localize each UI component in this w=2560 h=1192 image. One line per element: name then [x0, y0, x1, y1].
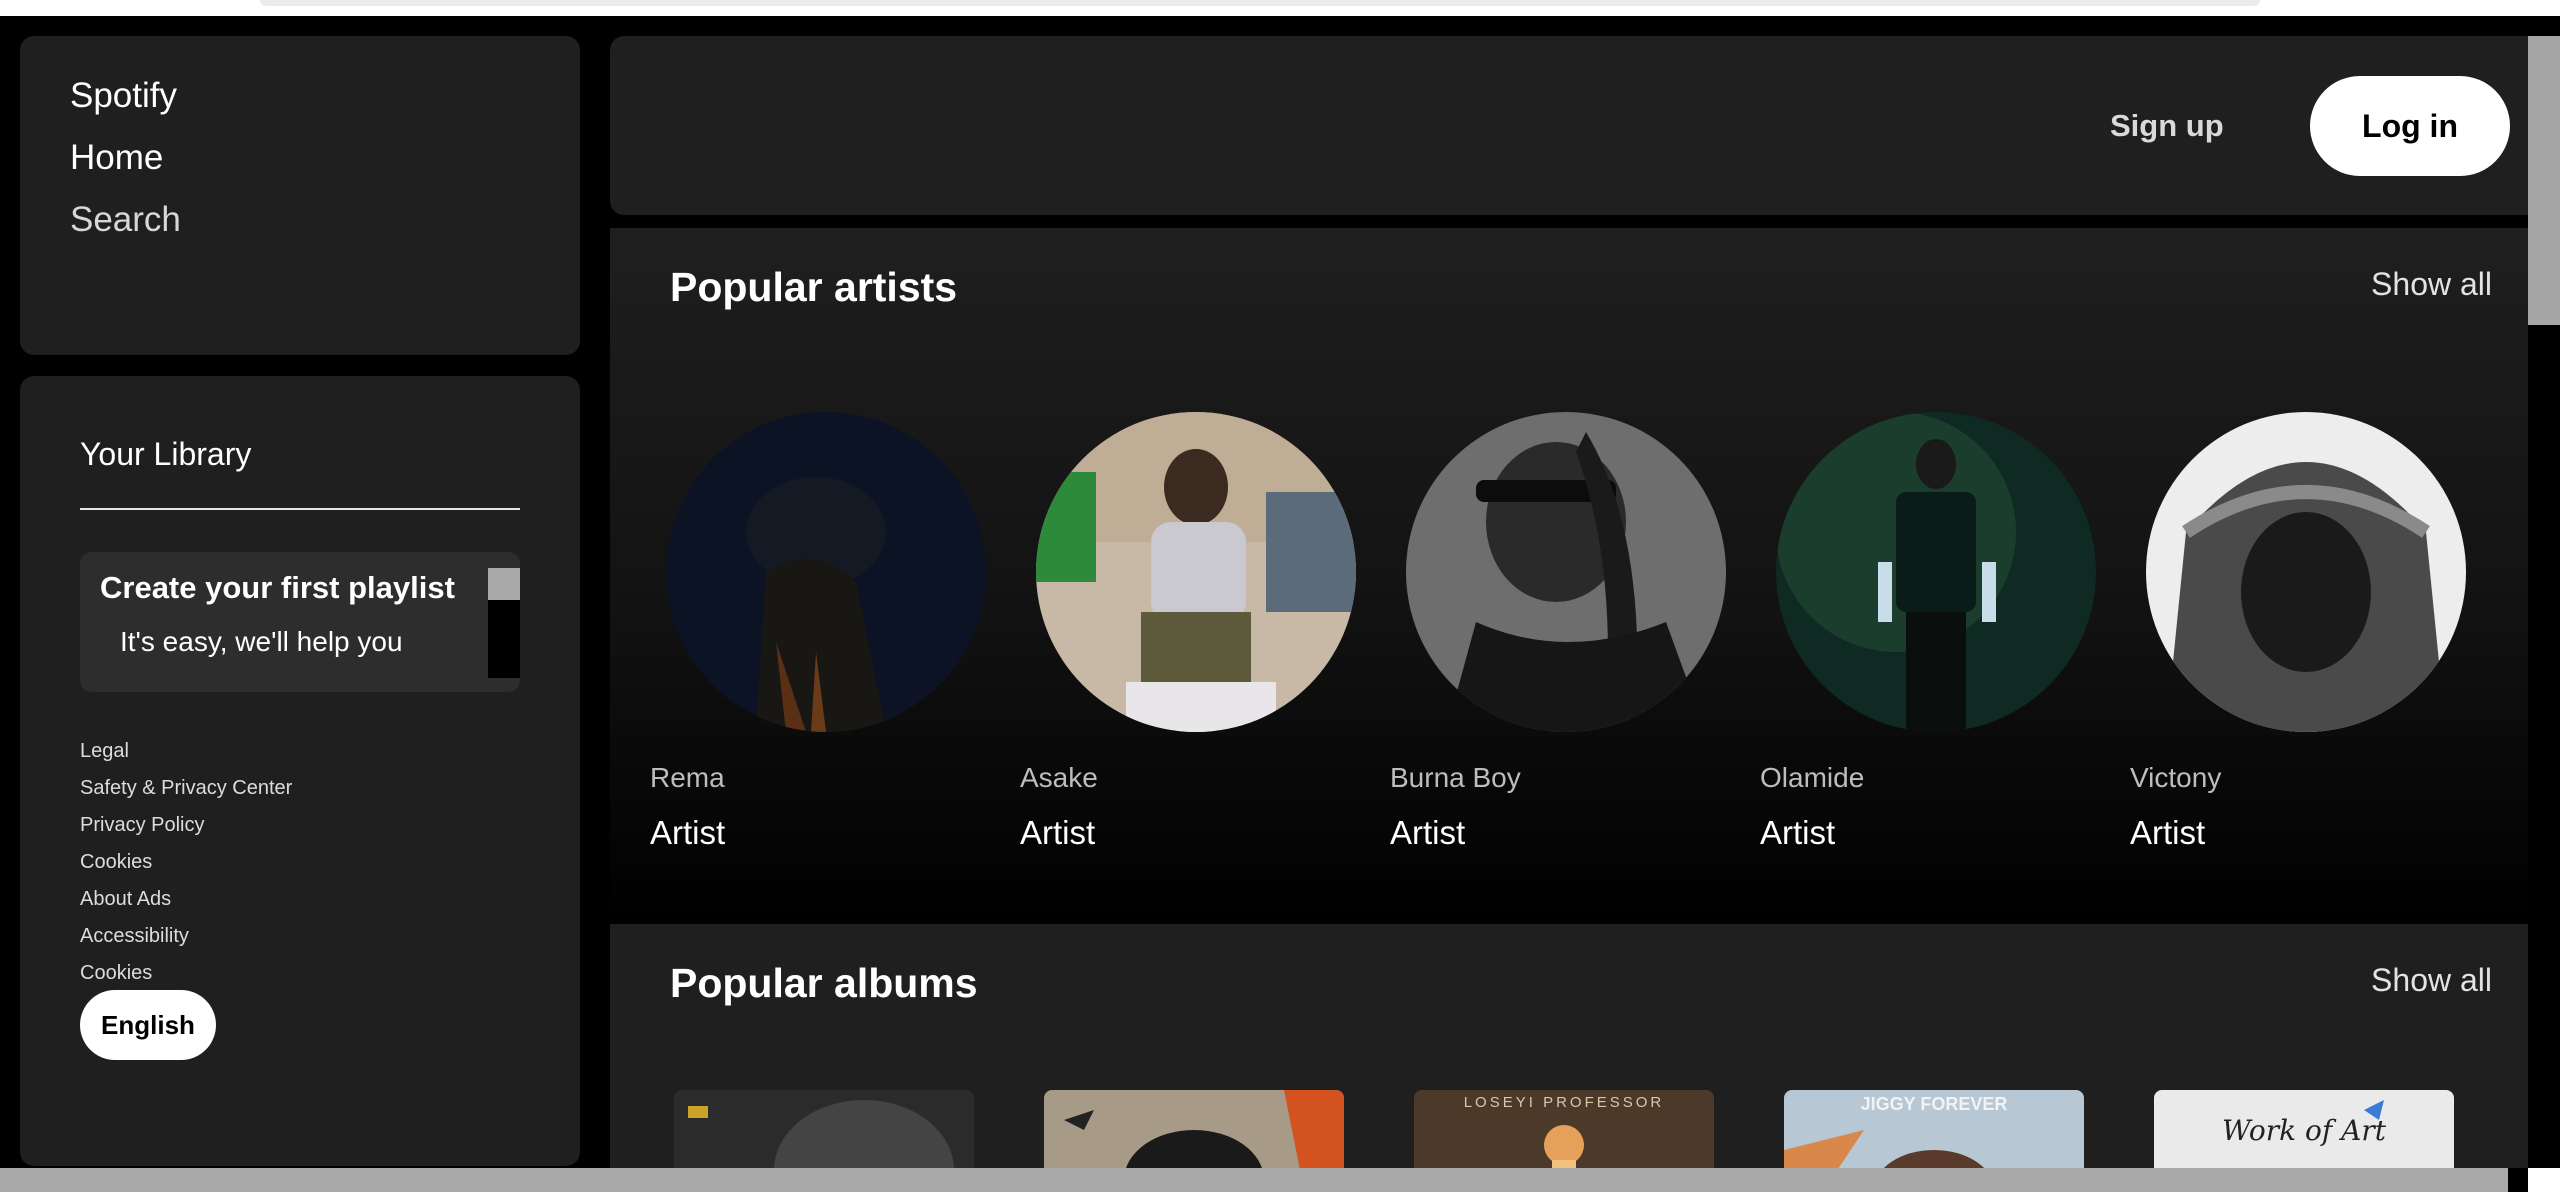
popular-artists-section: Popular artists Show all Rema Artist Asa… [610, 228, 2528, 922]
scrollbar-corner [2528, 1168, 2560, 1192]
artist-card[interactable]: Rema Artist [650, 412, 986, 872]
log-in-button[interactable]: Log in [2310, 76, 2510, 176]
artist-type: Artist [1760, 814, 1836, 851]
card-scrollbar-thumb[interactable] [488, 568, 520, 600]
artist-avatar-rema [666, 412, 986, 732]
nav-panel: Spotify Home Search [20, 36, 580, 355]
card-scrollbar[interactable] [488, 568, 520, 678]
spotify-logo-link[interactable]: Spotify [70, 76, 177, 116]
popular-artists-title[interactable]: Popular artists [670, 264, 957, 311]
artist-card[interactable]: Asake Artist [1020, 412, 1356, 872]
artist-name: Victony [2130, 762, 2222, 793]
footer-link-about-ads[interactable]: About Ads [80, 886, 292, 923]
artist-name: Burna Boy [1390, 762, 1521, 793]
create-playlist-subtitle: It's easy, we'll help you [120, 626, 403, 657]
artist-name: Olamide [1760, 762, 1865, 793]
browser-top-strip [0, 0, 2560, 16]
footer-link-privacy-policy[interactable]: Privacy Policy [80, 812, 292, 849]
nav-search[interactable]: Search [70, 200, 181, 240]
language-button[interactable]: English [80, 990, 216, 1060]
artist-type: Artist [1390, 814, 1466, 851]
popular-artists-show-all[interactable]: Show all [2371, 266, 2492, 303]
horizontal-scrollbar[interactable] [0, 1168, 2508, 1192]
library-panel: Your Library Create your first playlist … [20, 376, 580, 1166]
library-title[interactable]: Your Library [80, 436, 251, 473]
artist-name: Rema [650, 762, 725, 793]
artist-avatar-burna-boy [1406, 412, 1726, 732]
sign-up-button[interactable]: Sign up [2110, 108, 2224, 144]
nav-home[interactable]: Home [70, 138, 163, 178]
footer-link-cookies[interactable]: Cookies [80, 849, 292, 886]
artist-card[interactable]: Victony Artist [2130, 412, 2466, 872]
album-cover[interactable]: Work of Art [2154, 1090, 2454, 1168]
top-header: Sign up Log in [610, 36, 2528, 215]
create-playlist-title: Create your first playlist [100, 570, 455, 605]
artist-avatar-victony [2146, 412, 2466, 732]
library-divider [80, 508, 520, 510]
album-cover[interactable]: LOSEYI PROFESSOR [1414, 1090, 1714, 1168]
vertical-scrollbar-thumb[interactable] [2528, 36, 2560, 325]
popular-albums-title[interactable]: Popular albums [670, 960, 978, 1007]
artist-avatar-asake [1036, 412, 1356, 732]
footer-link-legal[interactable]: Legal [80, 738, 292, 775]
footer-link-safety-privacy[interactable]: Safety & Privacy Center [80, 775, 292, 812]
album-cover-text: LOSEYI PROFESSOR [1463, 1094, 1665, 1111]
artist-name: Asake [1020, 762, 1098, 793]
album-cover[interactable]: JIGGY FOREVER [1784, 1090, 2084, 1168]
album-cover-text: JIGGY FOREVER [1860, 1094, 2008, 1114]
artist-card[interactable]: Olamide Artist [1760, 412, 2096, 872]
popular-albums-section: Popular albums Show all LOSEYI PROFESSOR [610, 924, 2528, 1168]
artist-card[interactable]: Burna Boy Artist [1390, 412, 1726, 872]
footer-link-accessibility[interactable]: Accessibility [80, 923, 292, 960]
footer-links: Legal Safety & Privacy Center Privacy Po… [80, 738, 292, 997]
artist-type: Artist [1020, 814, 1096, 851]
browser-top-strip-inner [260, 0, 2260, 6]
artist-avatar-olamide [1776, 412, 2096, 732]
artist-type: Artist [2130, 814, 2206, 851]
album-cover[interactable] [674, 1090, 974, 1168]
album-cover-text: Work of Art [2222, 1114, 2386, 1147]
popular-albums-show-all[interactable]: Show all [2371, 962, 2492, 999]
vertical-scrollbar[interactable] [2528, 36, 2560, 1162]
artist-type: Artist [650, 814, 726, 851]
album-cover[interactable] [1044, 1090, 1344, 1168]
create-playlist-card[interactable]: Create your first playlist It's easy, we… [80, 552, 520, 692]
